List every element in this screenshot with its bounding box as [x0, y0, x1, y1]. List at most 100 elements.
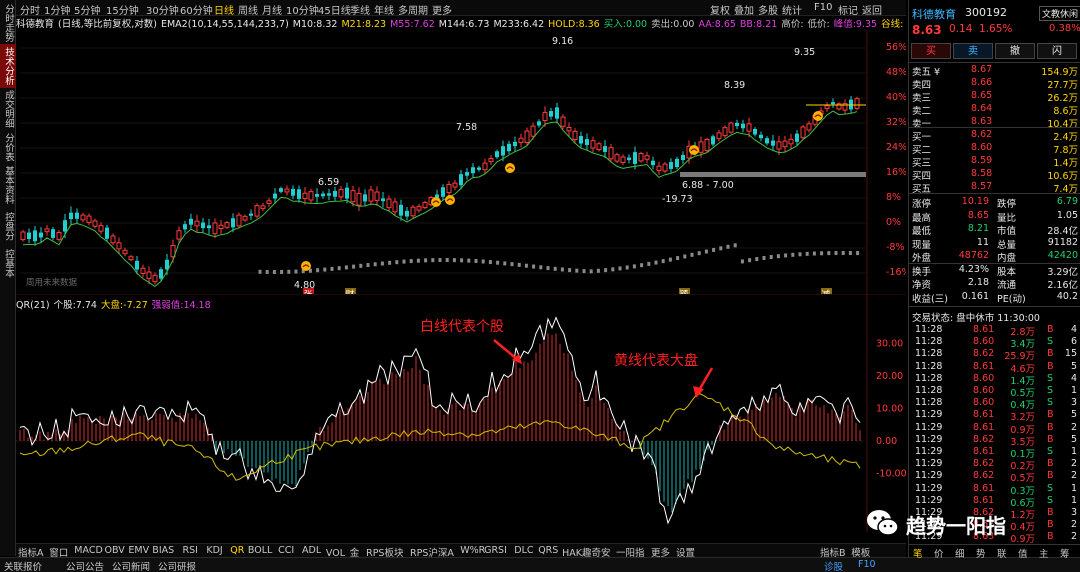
candlestick-chart[interactable]: 9.167.586.598.399.356.88 - 7.00-19.734.8…: [16, 30, 906, 294]
period-12[interactable]: 年线: [374, 2, 394, 17]
tick-tab-1[interactable]: 价: [934, 546, 944, 560]
tick-tab-2[interactable]: 细: [955, 546, 965, 560]
ghost-candle: [294, 269, 298, 274]
tool-3[interactable]: 统计: [782, 2, 802, 17]
tick-tab-4[interactable]: 联: [997, 546, 1007, 560]
diagnose-link[interactable]: 诊股: [824, 559, 843, 572]
period-1[interactable]: 1分钟: [44, 2, 70, 17]
tick-tab-3[interactable]: 势: [976, 546, 986, 560]
candle-body: [75, 212, 79, 219]
bid-row[interactable]: 买二 8.60 7.8万: [909, 142, 1080, 156]
bid-row[interactable]: 买三 8.59 1.4万: [909, 155, 1080, 169]
ma-number: 0.00: [625, 19, 648, 30]
candle-body: [284, 188, 290, 193]
indicator-tab-3[interactable]: OBV: [105, 545, 125, 556]
bid-price: 8.57: [971, 181, 993, 192]
company-notice-link[interactable]: 公司公告: [66, 559, 104, 572]
tab-basic-info[interactable]: 基本资料: [0, 164, 16, 206]
indicator-tab-2[interactable]: MACD: [74, 545, 102, 556]
period-5[interactable]: 60分钟: [180, 2, 213, 17]
tab-control-basic[interactable]: 控基本: [0, 246, 16, 280]
ask-row[interactable]: 卖五 ¥ 8.67 154.9万: [909, 64, 1080, 78]
tab-price-table[interactable]: 分价表: [0, 130, 16, 164]
indicator-tab-9[interactable]: BOLL: [248, 545, 272, 556]
tool-2[interactable]: 多股: [758, 2, 778, 17]
related-quote-link[interactable]: 关联报价: [4, 559, 42, 572]
indicator-tab-7[interactable]: KDJ: [206, 545, 222, 556]
tab-intraday[interactable]: 分时走势: [0, 2, 16, 44]
candle-body: [399, 204, 403, 216]
candle-body: [33, 230, 37, 242]
tab-control-analysis[interactable]: 控盘分析: [0, 206, 16, 246]
tool-6[interactable]: 标记: [838, 2, 858, 17]
indicator-tab-6[interactable]: RSI: [183, 545, 198, 556]
tab-technical[interactable]: 技术分析: [0, 44, 16, 88]
period-6[interactable]: 日线: [214, 2, 234, 17]
company-research-link[interactable]: 公司研报: [158, 559, 196, 572]
f10-link[interactable]: F10: [858, 559, 876, 570]
buy-button[interactable]: 买: [911, 43, 951, 59]
indicator-tab-10[interactable]: CCI: [278, 545, 294, 556]
tool-5[interactable]: F10: [814, 2, 832, 13]
ask-row[interactable]: 卖三 8.65 26.2万: [909, 90, 1080, 104]
candle-body: [638, 153, 644, 162]
bid-row[interactable]: 买一 8.62 2.4万: [909, 129, 1080, 143]
indicator-tab-11[interactable]: ADL: [302, 545, 321, 556]
tick-time: 11:29: [915, 446, 943, 457]
ghost-candle: [748, 258, 752, 263]
period-0[interactable]: 分时: [20, 2, 40, 17]
tick-tab-5[interactable]: 值: [1018, 546, 1028, 560]
candle-body: [459, 174, 463, 186]
bid-row[interactable]: 买四 8.58 10.6万: [909, 168, 1080, 182]
cancel-order-button[interactable]: 撤: [995, 43, 1035, 59]
tool-0[interactable]: 复权: [710, 2, 730, 17]
indicator-tab-15[interactable]: W%R: [460, 545, 485, 556]
stat-label: 股本: [997, 266, 1017, 278]
tick-tab-6[interactable]: 主: [1039, 546, 1049, 560]
ask-row[interactable]: 卖四 8.66 27.7万: [909, 77, 1080, 91]
tick-side: B: [1047, 409, 1054, 421]
candle-body: [524, 130, 530, 144]
period-9[interactable]: 10分钟: [286, 2, 319, 17]
back-button[interactable]: 返回: [862, 2, 882, 17]
tool-1[interactable]: 叠加: [734, 2, 754, 17]
period-14[interactable]: 更多: [432, 2, 452, 17]
qr-axis-label: 10.00: [876, 404, 903, 415]
period-10[interactable]: 45日线: [318, 2, 351, 17]
candle-body: [759, 134, 763, 139]
qr-axis-label: 0.00: [876, 436, 897, 447]
indicator-tab-4[interactable]: EMV: [128, 545, 149, 556]
period-3[interactable]: 15分钟: [106, 2, 139, 17]
tick-tab-0[interactable]: 笔: [913, 546, 923, 560]
period-13[interactable]: 多周期: [398, 2, 428, 17]
indicator-tab-5[interactable]: BIAS: [152, 545, 174, 556]
company-news-link[interactable]: 公司新闻: [112, 559, 150, 572]
period-7[interactable]: 周线: [238, 2, 258, 17]
indicator-tab-17[interactable]: DLC: [514, 545, 533, 556]
bid-row[interactable]: 买五 8.57 7.4万: [909, 181, 1080, 195]
tab-trade-detail[interactable]: 成交明细: [0, 88, 16, 130]
candle-body: [410, 206, 416, 217]
period-8[interactable]: 月线: [262, 2, 282, 17]
candle-body: [56, 231, 62, 240]
candle-body: [266, 200, 272, 204]
candle-body: [452, 182, 458, 188]
period-11[interactable]: 季线: [350, 2, 370, 17]
qr-label: 个股:: [53, 300, 76, 311]
sector-badge[interactable]: 文教休闲: [1039, 6, 1080, 21]
qr-value-2: 强弱值:14.18: [152, 300, 211, 311]
candle-body: [69, 212, 73, 220]
quote-panel: 科德教育 300192 文教休闲 8.63 0.14 1.65% 0.38% 买…: [908, 0, 1080, 560]
sell-button[interactable]: 卖: [953, 43, 993, 59]
period-4[interactable]: 30分钟: [146, 2, 179, 17]
ema-indicator-name[interactable]: EMA2(10,14,55,144,233,7): [161, 19, 289, 30]
indicator-tab-8[interactable]: QR: [230, 545, 244, 556]
tick-tab-7[interactable]: 筹: [1060, 546, 1070, 560]
period-2[interactable]: 5分钟: [74, 2, 100, 17]
indicator-tab-16[interactable]: GRSI: [484, 545, 507, 556]
indicator-tab-18[interactable]: QRS: [538, 545, 558, 556]
candle-body: [482, 162, 488, 171]
flash-order-button[interactable]: 闪: [1037, 43, 1077, 59]
ask-row[interactable]: 卖二 8.64 8.6万: [909, 103, 1080, 117]
tick-time: 11:28: [915, 324, 943, 335]
